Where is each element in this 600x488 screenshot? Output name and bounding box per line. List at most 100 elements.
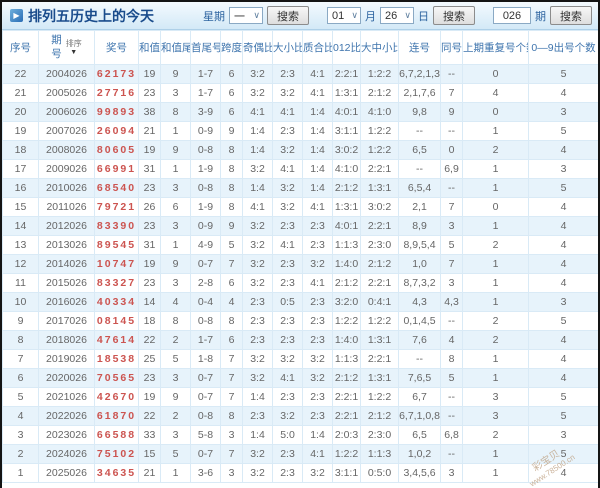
cell-span: 7 (220, 444, 243, 464)
cell-sum-tail: 2 (160, 330, 191, 350)
cell-012-ratio: 2:2:1 (332, 406, 361, 426)
cell-big-small-ratio: 5:0 (272, 425, 303, 445)
cell-head-tail: 0-7 (190, 444, 221, 464)
cell-big-mid-small-ratio: 2:3:0 (360, 235, 399, 255)
cell-same-number: 6,8 (440, 425, 463, 445)
cell-head-tail: 2-8 (190, 273, 221, 293)
cell-big-small-ratio: 3:2 (272, 349, 303, 369)
cell-big-small-ratio: 2:3 (272, 216, 303, 236)
cell-sum-tail: 3 (160, 273, 191, 293)
table-row: 9 2017026 08145 18 8 0-8 8 2:3 2:3 2:3 1:2:2 1:2:2 0… (2, 311, 598, 331)
cell-sum-tail: 9 (160, 254, 191, 274)
cell-sum: 19 (138, 387, 161, 407)
cell-head-tail: 0-8 (190, 178, 221, 198)
cell-big-small-ratio: 2:3 (272, 273, 303, 293)
cell-consecutive: 3,4,5,6 (398, 463, 441, 483)
cell-012-ratio: 3:1:1 (332, 121, 361, 141)
header-period: 期 号排序 ▼ (38, 30, 95, 65)
cell-big-small-ratio: 3:2 (272, 406, 303, 426)
cell-odd-even-ratio: 3:2 (242, 368, 273, 388)
cell-012-ratio: 1:2:2 (332, 311, 361, 331)
cell-period: 2023026 (38, 425, 95, 445)
cell-period: 2005026 (38, 83, 95, 103)
cell-digit-count: 3 (528, 159, 598, 179)
cell-prev-repeat-count: 1 (462, 292, 529, 312)
header-same-number: 同号 (440, 30, 463, 65)
cell-index: 3 (2, 425, 39, 445)
cell-period: 2014026 (38, 254, 95, 274)
cell-prime-composite-ratio: 1:4 (302, 121, 333, 141)
cell-sum-tail: 4 (160, 292, 191, 312)
cell-index: 14 (2, 216, 39, 236)
issue-input[interactable] (493, 7, 531, 24)
cell-same-number: 0 (440, 140, 463, 160)
cell-prize: 99893 (94, 102, 139, 122)
cell-head-tail: 0-9 (190, 121, 221, 141)
cell-same-number: -- (440, 444, 463, 464)
title-bar: ▶ 排列五历史上的今天 星期 一 ∨ 搜索 01 ∨ 月 26 ∨ 日 搜索 0… (2, 2, 598, 30)
cell-prize: 27716 (94, 83, 139, 103)
cell-012-ratio: 3:2:0 (332, 292, 361, 312)
cell-sum-tail: 8 (160, 311, 191, 331)
cell-012-ratio: 1:4:0 (332, 330, 361, 350)
cell-sum: 38 (138, 102, 161, 122)
cell-sum: 23 (138, 83, 161, 103)
cell-sum: 19 (138, 140, 161, 160)
cell-head-tail: 1-9 (190, 197, 221, 217)
cell-head-tail: 3-6 (190, 463, 221, 483)
cell-odd-even-ratio: 2:3 (242, 330, 273, 350)
month-label: 月 (365, 10, 376, 23)
cell-index: 21 (2, 83, 39, 103)
cell-head-tail: 0-8 (190, 140, 221, 160)
table-row: 4 2022026 61870 22 2 0-8 8 2:3 3:2 2:3 2:2:1 2:1:2 6… (2, 406, 598, 426)
cell-head-tail: 5-8 (190, 425, 221, 445)
cell-odd-even-ratio: 4:1 (242, 197, 273, 217)
cell-same-number: 5 (440, 368, 463, 388)
table-row: 10 2016026 40334 14 4 0-4 4 2:3 0:5 2:3 3:2:0 0:4:1… (2, 292, 598, 312)
cell-same-number: -- (440, 387, 463, 407)
cell-same-number: 9 (440, 102, 463, 122)
cell-prev-repeat-count: 0 (462, 102, 529, 122)
cell-same-number: 8 (440, 349, 463, 369)
cell-same-number: 3 (440, 216, 463, 236)
cell-period: 2019026 (38, 349, 95, 369)
month-select[interactable]: 01 ∨ (327, 7, 361, 24)
cell-prev-repeat-count: 4 (462, 83, 529, 103)
cell-big-mid-small-ratio: 1:2:2 (360, 140, 399, 160)
cell-prize: 26094 (94, 121, 139, 141)
cell-digit-count: 4 (528, 349, 598, 369)
cell-prime-composite-ratio: 3:2 (302, 349, 333, 369)
cell-prev-repeat-count: 1 (462, 444, 529, 464)
table-row: 13 2013026 89545 31 1 4-9 5 3:2 4:1 2:3 1:1:3 2:3:0… (2, 235, 598, 255)
cell-big-mid-small-ratio: 1:3:1 (360, 368, 399, 388)
date-search-button[interactable]: 搜索 (433, 6, 475, 25)
cell-odd-even-ratio: 2:3 (242, 311, 273, 331)
table-row: 1 2025026 34635 21 1 3-6 3 3:2 2:3 3:2 3:1:1 0:5:0 3… (2, 463, 598, 483)
cell-big-mid-small-ratio: 0:5:0 (360, 463, 399, 483)
cell-odd-even-ratio: 3:2 (242, 273, 273, 293)
cell-prev-repeat-count: 2 (462, 330, 529, 350)
cell-index: 16 (2, 178, 39, 198)
cell-big-small-ratio: 3:2 (272, 197, 303, 217)
cell-odd-even-ratio: 1:4 (242, 387, 273, 407)
cell-period: 2018026 (38, 330, 95, 350)
cell-sum-tail: 6 (160, 197, 191, 217)
cell-sum-tail: 3 (160, 178, 191, 198)
cell-012-ratio: 2:1:2 (332, 273, 361, 293)
cell-prime-composite-ratio: 4:1 (302, 83, 333, 103)
cell-index: 19 (2, 121, 39, 141)
cell-span: 4 (220, 292, 243, 312)
cell-index: 18 (2, 140, 39, 160)
day-label: 日 (418, 10, 429, 23)
cell-big-small-ratio: 2:3 (272, 444, 303, 464)
cell-digit-count: 5 (528, 387, 598, 407)
table-row: 3 2023026 66588 33 3 5-8 3 1:4 5:0 1:4 2:0:3 2:3:0 6… (2, 425, 598, 445)
day-select-value: 26 (385, 9, 398, 22)
cell-012-ratio: 1:1:3 (332, 235, 361, 255)
sort-control[interactable]: 排序 ▼ (66, 39, 82, 56)
issue-search-button[interactable]: 搜索 (550, 6, 592, 25)
week-search-button[interactable]: 搜索 (267, 6, 309, 25)
day-select[interactable]: 26 ∨ (380, 7, 414, 24)
cell-012-ratio: 2:2:1 (332, 64, 361, 84)
week-select[interactable]: 一 ∨ (229, 7, 263, 24)
